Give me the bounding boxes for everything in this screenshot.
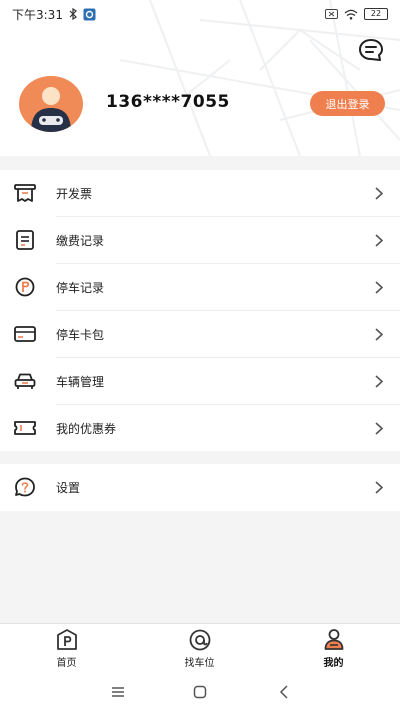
battery-icon: 22: [364, 8, 388, 20]
chevron-right-icon: [375, 422, 384, 435]
tab-find-spot[interactable]: 找车位: [133, 624, 266, 675]
chevron-right-icon: [375, 328, 384, 341]
bluetooth-icon: [69, 8, 77, 20]
logout-button[interactable]: 退出登录: [310, 91, 385, 116]
tab-home[interactable]: 首页: [0, 624, 133, 675]
sim-icon: [325, 9, 338, 19]
menu-item-vehicle-management[interactable]: 车辆管理: [0, 358, 400, 405]
parking-home-icon: [56, 629, 77, 650]
menu-label: 设置: [56, 481, 81, 495]
status-time: 下午3:31: [12, 7, 63, 22]
menu-item-payment-records[interactable]: 缴费记录: [0, 217, 400, 264]
tab-label: 我的: [323, 658, 344, 669]
menu-label: 停车记录: [56, 281, 105, 295]
bottom-tab-bar: 首页 找车位 我的: [0, 623, 400, 674]
app-notification-icon: [83, 8, 96, 20]
menu-item-coupons[interactable]: 我的优惠券: [0, 405, 400, 452]
profile-icon: [324, 629, 343, 650]
system-nav-bar: [0, 674, 400, 711]
menu-item-parking-card-wallet[interactable]: 停车卡包: [0, 311, 400, 358]
tab-label: 首页: [56, 658, 77, 669]
menu-icon[interactable]: [108, 684, 128, 700]
chevron-right-icon: [375, 187, 384, 200]
menu-label: 开发票: [56, 187, 93, 201]
coupon-icon: [14, 421, 36, 435]
menu-label: 车辆管理: [56, 375, 105, 389]
menu-item-parking-records[interactable]: 停车记录: [0, 264, 400, 311]
chevron-right-icon: [375, 234, 384, 247]
car-icon: [14, 373, 36, 389]
status-bar: 下午3:31 22: [0, 0, 400, 28]
home-icon[interactable]: [190, 684, 210, 700]
menu-item-invoice[interactable]: 开发票: [0, 170, 400, 217]
parking-record-icon: [15, 277, 35, 297]
menu-label: 我的优惠券: [56, 422, 117, 436]
message-icon[interactable]: [358, 38, 384, 62]
help-settings-icon: [15, 477, 35, 497]
user-phone: 136****7055: [106, 92, 230, 112]
tab-label: 找车位: [184, 658, 215, 669]
menu-label: 停车卡包: [56, 328, 105, 342]
chevron-right-icon: [375, 375, 384, 388]
menu-group-settings: 设置: [0, 464, 400, 511]
menu-item-settings[interactable]: 设置: [0, 464, 400, 511]
find-spot-icon: [189, 629, 210, 651]
card-wallet-icon: [14, 326, 36, 342]
back-icon[interactable]: [274, 684, 294, 700]
avatar[interactable]: [19, 76, 83, 132]
chevron-right-icon: [375, 481, 384, 494]
payment-record-icon: [16, 230, 34, 250]
invoice-icon: [14, 184, 36, 202]
tab-profile[interactable]: 我的: [267, 624, 400, 675]
menu-label: 缴费记录: [56, 234, 105, 248]
wifi-icon: [344, 9, 358, 20]
menu-group-main: 开发票 缴费记录 停车记录 停车卡包 车辆管理 我的优惠券: [0, 170, 400, 451]
chevron-right-icon: [375, 281, 384, 294]
